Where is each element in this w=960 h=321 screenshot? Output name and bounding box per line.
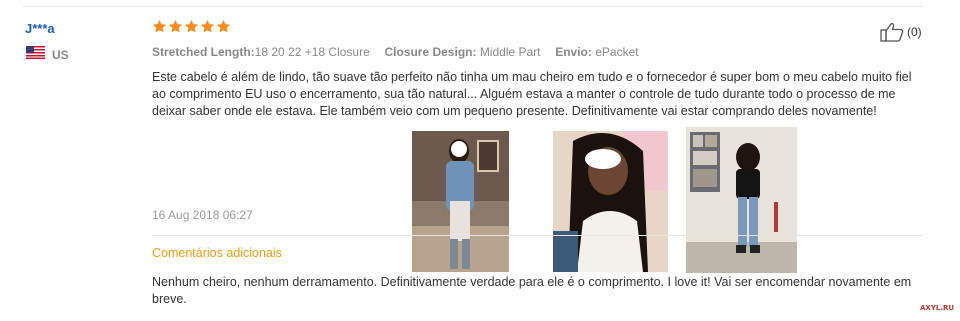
top-divider	[23, 6, 923, 7]
star-icon	[216, 19, 231, 33]
attr-value-length: 18 20 22 +18 Closure	[254, 45, 370, 59]
thumbs-up-icon[interactable]	[880, 22, 904, 42]
additional-comments-heading: Comentários adicionais	[152, 246, 282, 260]
reviewer-name[interactable]: J***a	[25, 21, 55, 36]
review-text: Este cabelo é além de lindo, tão suave t…	[152, 70, 912, 118]
attr-value-shipping: ePacket	[595, 45, 639, 59]
product-attributes: Stretched Length:18 20 22 +18 Closure Cl…	[152, 45, 639, 59]
review-photo[interactable]	[412, 131, 509, 272]
review-photo[interactable]	[686, 127, 797, 273]
star-icon	[168, 19, 183, 33]
star-icon	[184, 19, 199, 33]
star-rating	[152, 19, 231, 34]
additional-comments-text: Nenhum cheiro, nenhum derramamento. Defi…	[152, 275, 912, 306]
attr-value-closure: Middle Part	[479, 45, 541, 59]
star-icon	[200, 19, 215, 33]
helpful-button[interactable]: (0)	[880, 22, 922, 42]
section-divider	[152, 235, 922, 236]
us-flag-icon	[26, 46, 45, 59]
reviewer-country: US	[52, 48, 69, 62]
attr-label-shipping: Envio:	[555, 45, 592, 59]
star-icon	[152, 19, 167, 33]
review-date: 16 Aug 2018 06:27	[152, 208, 253, 222]
review-photo[interactable]	[553, 131, 668, 272]
helpful-count: (0)	[907, 25, 922, 39]
attr-label-length: Stretched Length:	[152, 45, 255, 59]
attr-label-closure: Closure Design:	[384, 45, 477, 59]
watermark-logo: AXYL.RU	[920, 304, 955, 312]
